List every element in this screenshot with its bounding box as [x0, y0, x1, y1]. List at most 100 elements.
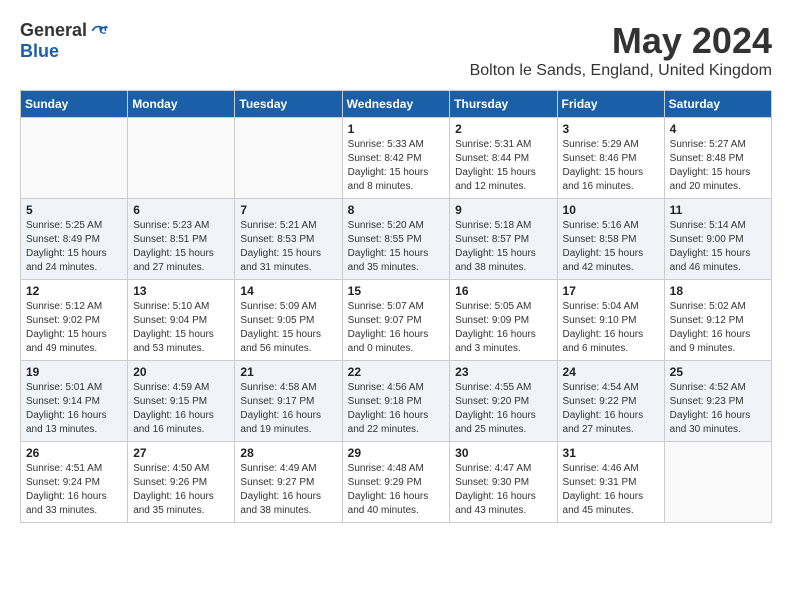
- calendar-cell: 30 Sunrise: 4:47 AM Sunset: 9:30 PM Dayli…: [450, 442, 557, 523]
- day-header-sunday: Sunday: [21, 91, 128, 118]
- day-header-monday: Monday: [128, 91, 235, 118]
- day-info: Sunrise: 5:12 AM Sunset: 9:02 PM Dayligh…: [26, 300, 122, 356]
- logo-bird-icon: [89, 21, 109, 41]
- calendar-cell: 12 Sunrise: 5:12 AM Sunset: 9:02 PM Dayli…: [21, 280, 128, 361]
- day-info: Sunrise: 4:55 AM Sunset: 9:20 PM Dayligh…: [455, 381, 551, 437]
- day-number: 27: [133, 446, 229, 460]
- day-info: Sunrise: 5:04 AM Sunset: 9:10 PM Dayligh…: [563, 300, 659, 356]
- day-number: 2: [455, 122, 551, 136]
- calendar-cell: [235, 118, 342, 199]
- calendar-cell: 20Sunrise: 4:59 AM Sunset: 9:15 PM Dayli…: [128, 361, 235, 442]
- calendar-cell: 9 Sunrise: 5:18 AM Sunset: 8:57 PM Daylig…: [450, 199, 557, 280]
- calendar-week-2: 5Sunrise: 5:25 AM Sunset: 8:49 PM Daylig…: [21, 199, 772, 280]
- day-header-saturday: Saturday: [664, 91, 771, 118]
- calendar-cell: 21Sunrise: 4:58 AM Sunset: 9:17 PM Dayli…: [235, 361, 342, 442]
- calendar-cell: 13 Sunrise: 5:10 AM Sunset: 9:04 PM Dayli…: [128, 280, 235, 361]
- day-info: Sunrise: 4:54 AM Sunset: 9:22 PM Dayligh…: [563, 381, 659, 437]
- day-number: 1: [348, 122, 445, 136]
- day-number: 23: [455, 365, 551, 379]
- calendar-cell: 24 Sunrise: 4:54 AM Sunset: 9:22 PM Dayli…: [557, 361, 664, 442]
- calendar-cell: 10 Sunrise: 5:16 AM Sunset: 8:58 PM Dayli…: [557, 199, 664, 280]
- day-number: 29: [348, 446, 445, 460]
- day-info: Sunrise: 5:16 AM Sunset: 8:58 PM Dayligh…: [563, 219, 659, 275]
- calendar-cell: 31 Sunrise: 4:46 AM Sunset: 9:31 PM Dayli…: [557, 442, 664, 523]
- day-number: 13: [133, 284, 229, 298]
- calendar-cell: 14Sunrise: 5:09 AM Sunset: 9:05 PM Dayli…: [235, 280, 342, 361]
- calendar-cell: 16Sunrise: 5:05 AM Sunset: 9:09 PM Dayli…: [450, 280, 557, 361]
- calendar-cell: 7 Sunrise: 5:21 AM Sunset: 8:53 PM Daylig…: [235, 199, 342, 280]
- day-info: Sunrise: 5:10 AM Sunset: 9:04 PM Dayligh…: [133, 300, 229, 356]
- title-section: May 2024 Bolton le Sands, England, Unite…: [470, 20, 772, 80]
- calendar-week-3: 12 Sunrise: 5:12 AM Sunset: 9:02 PM Dayli…: [21, 280, 772, 361]
- day-info: Sunrise: 4:49 AM Sunset: 9:27 PM Dayligh…: [240, 462, 336, 518]
- calendar-cell: 19 Sunrise: 5:01 AM Sunset: 9:14 PM Dayli…: [21, 361, 128, 442]
- calendar-cell: 25 Sunrise: 4:52 AM Sunset: 9:23 PM Dayli…: [664, 361, 771, 442]
- day-info: Sunrise: 5:21 AM Sunset: 8:53 PM Dayligh…: [240, 219, 336, 275]
- day-info: Sunrise: 4:50 AM Sunset: 9:26 PM Dayligh…: [133, 462, 229, 518]
- day-info: Sunrise: 5:29 AM Sunset: 8:46 PM Dayligh…: [563, 138, 659, 194]
- day-info: Sunrise: 5:20 AM Sunset: 8:55 PM Dayligh…: [348, 219, 445, 275]
- day-number: 19: [26, 365, 122, 379]
- logo: General Blue: [20, 20, 109, 62]
- calendar-cell: 6Sunrise: 5:23 AM Sunset: 8:51 PM Daylig…: [128, 199, 235, 280]
- day-info: Sunrise: 5:09 AM Sunset: 9:05 PM Dayligh…: [240, 300, 336, 356]
- day-info: Sunrise: 5:31 AM Sunset: 8:44 PM Dayligh…: [455, 138, 551, 194]
- month-year-title: May 2024: [470, 20, 772, 62]
- calendar-week-4: 19 Sunrise: 5:01 AM Sunset: 9:14 PM Dayli…: [21, 361, 772, 442]
- day-number: 3: [563, 122, 659, 136]
- day-info: Sunrise: 5:23 AM Sunset: 8:51 PM Dayligh…: [133, 219, 229, 275]
- day-number: 31: [563, 446, 659, 460]
- day-header-friday: Friday: [557, 91, 664, 118]
- day-number: 7: [240, 203, 336, 217]
- day-number: 22: [348, 365, 445, 379]
- day-info: Sunrise: 4:47 AM Sunset: 9:30 PM Dayligh…: [455, 462, 551, 518]
- day-number: 26: [26, 446, 122, 460]
- day-info: Sunrise: 5:18 AM Sunset: 8:57 PM Dayligh…: [455, 219, 551, 275]
- day-header-tuesday: Tuesday: [235, 91, 342, 118]
- day-info: Sunrise: 5:01 AM Sunset: 9:14 PM Dayligh…: [26, 381, 122, 437]
- calendar-cell: 5Sunrise: 5:25 AM Sunset: 8:49 PM Daylig…: [21, 199, 128, 280]
- logo-blue-text: Blue: [20, 41, 59, 62]
- calendar-cell: 29 Sunrise: 4:48 AM Sunset: 9:29 PM Dayli…: [342, 442, 450, 523]
- calendar-cell: 23 Sunrise: 4:55 AM Sunset: 9:20 PM Dayli…: [450, 361, 557, 442]
- day-info: Sunrise: 5:27 AM Sunset: 8:48 PM Dayligh…: [670, 138, 766, 194]
- calendar-cell: 18Sunrise: 5:02 AM Sunset: 9:12 PM Dayli…: [664, 280, 771, 361]
- logo-general-text: General: [20, 20, 87, 41]
- calendar-cell: 4 Sunrise: 5:27 AM Sunset: 8:48 PM Daylig…: [664, 118, 771, 199]
- calendar-cell: 27 Sunrise: 4:50 AM Sunset: 9:26 PM Dayli…: [128, 442, 235, 523]
- calendar-table: SundayMondayTuesdayWednesdayThursdayFrid…: [20, 90, 772, 523]
- day-info: Sunrise: 4:52 AM Sunset: 9:23 PM Dayligh…: [670, 381, 766, 437]
- calendar-cell: 11 Sunrise: 5:14 AM Sunset: 9:00 PM Dayli…: [664, 199, 771, 280]
- day-info: Sunrise: 4:51 AM Sunset: 9:24 PM Dayligh…: [26, 462, 122, 518]
- day-number: 9: [455, 203, 551, 217]
- calendar-cell: 2 Sunrise: 5:31 AM Sunset: 8:44 PM Daylig…: [450, 118, 557, 199]
- day-number: 20: [133, 365, 229, 379]
- calendar-cell: 28Sunrise: 4:49 AM Sunset: 9:27 PM Dayli…: [235, 442, 342, 523]
- day-number: 4: [670, 122, 766, 136]
- day-number: 24: [563, 365, 659, 379]
- calendar-cell: 22 Sunrise: 4:56 AM Sunset: 9:18 PM Dayli…: [342, 361, 450, 442]
- calendar-week-1: 1 Sunrise: 5:33 AM Sunset: 8:42 PM Daylig…: [21, 118, 772, 199]
- day-info: Sunrise: 4:46 AM Sunset: 9:31 PM Dayligh…: [563, 462, 659, 518]
- day-info: Sunrise: 4:48 AM Sunset: 9:29 PM Dayligh…: [348, 462, 445, 518]
- day-number: 25: [670, 365, 766, 379]
- day-info: Sunrise: 4:56 AM Sunset: 9:18 PM Dayligh…: [348, 381, 445, 437]
- day-number: 17: [563, 284, 659, 298]
- day-number: 10: [563, 203, 659, 217]
- day-number: 15: [348, 284, 445, 298]
- day-header-wednesday: Wednesday: [342, 91, 450, 118]
- day-info: Sunrise: 5:25 AM Sunset: 8:49 PM Dayligh…: [26, 219, 122, 275]
- day-number: 30: [455, 446, 551, 460]
- day-header-thursday: Thursday: [450, 91, 557, 118]
- calendar-cell: 8 Sunrise: 5:20 AM Sunset: 8:55 PM Daylig…: [342, 199, 450, 280]
- day-info: Sunrise: 5:02 AM Sunset: 9:12 PM Dayligh…: [670, 300, 766, 356]
- day-number: 12: [26, 284, 122, 298]
- calendar-cell: [21, 118, 128, 199]
- day-info: Sunrise: 5:05 AM Sunset: 9:09 PM Dayligh…: [455, 300, 551, 356]
- day-number: 11: [670, 203, 766, 217]
- calendar-cell: 3 Sunrise: 5:29 AM Sunset: 8:46 PM Daylig…: [557, 118, 664, 199]
- day-info: Sunrise: 5:14 AM Sunset: 9:00 PM Dayligh…: [670, 219, 766, 275]
- day-number: 8: [348, 203, 445, 217]
- calendar-week-5: 26 Sunrise: 4:51 AM Sunset: 9:24 PM Dayli…: [21, 442, 772, 523]
- day-info: Sunrise: 5:33 AM Sunset: 8:42 PM Dayligh…: [348, 138, 445, 194]
